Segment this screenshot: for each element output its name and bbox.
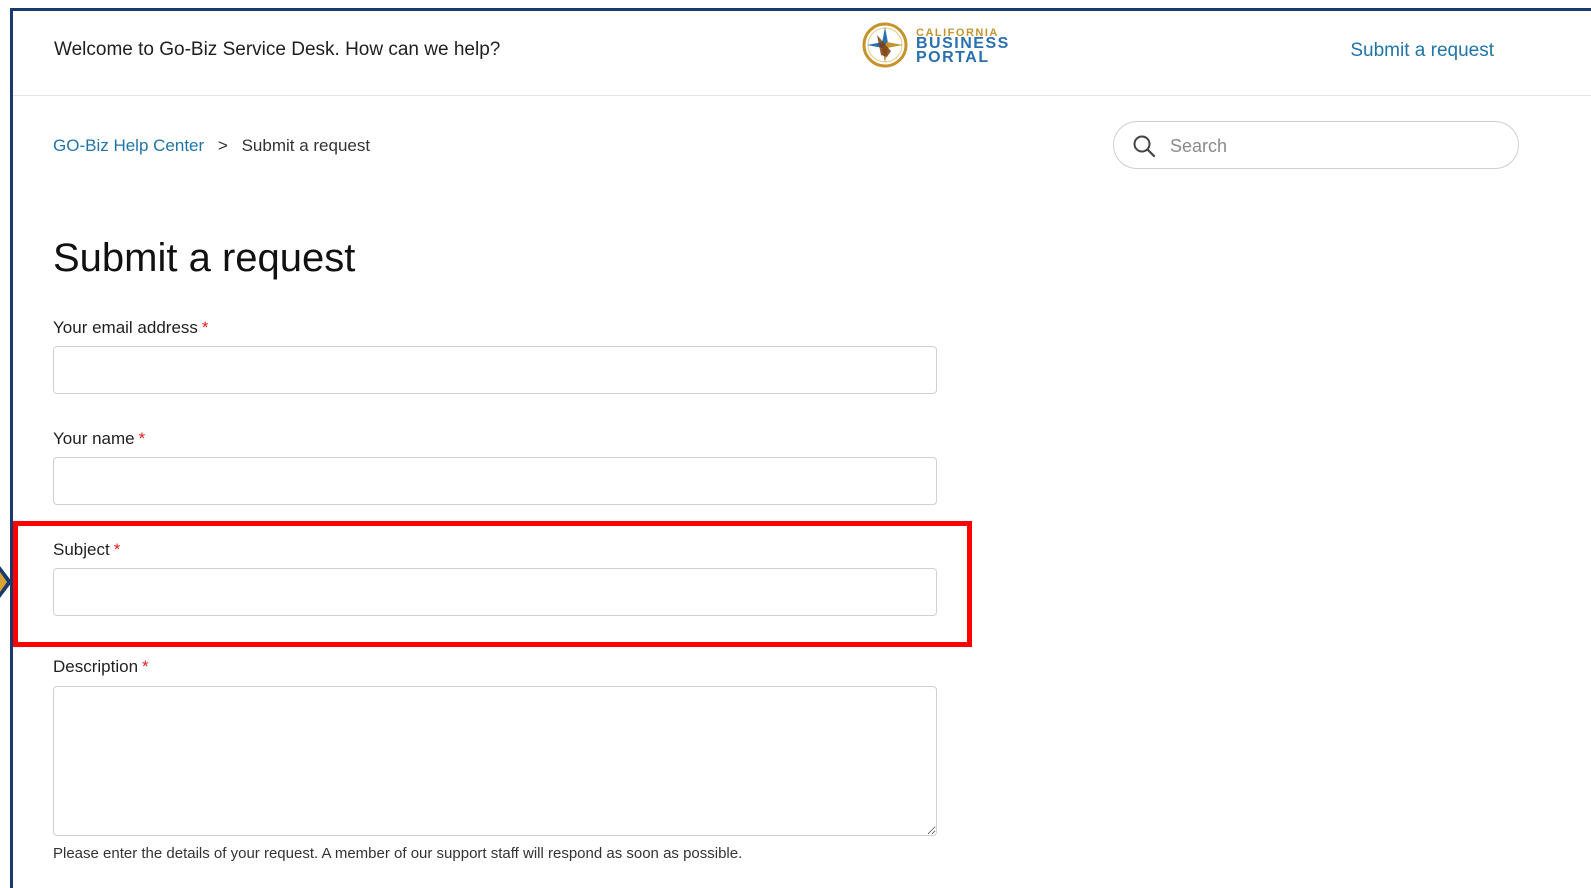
- breadcrumb-home-link[interactable]: GO-Biz Help Center: [53, 136, 204, 155]
- required-marker: *: [138, 429, 146, 448]
- description-label: Description *: [53, 657, 149, 677]
- required-marker: *: [142, 657, 149, 676]
- search-input[interactable]: [1168, 130, 1502, 162]
- search-box[interactable]: [1113, 121, 1519, 169]
- subject-field[interactable]: [53, 568, 937, 616]
- email-label-text: Your email address: [53, 318, 198, 337]
- subject-label: Subject *: [53, 540, 120, 560]
- side-pointer-inner-icon: [0, 572, 7, 592]
- breadcrumb: GO-Biz Help Center > Submit a request: [53, 136, 370, 156]
- header-submit-request-link[interactable]: Submit a request: [1350, 40, 1494, 62]
- required-marker: *: [113, 540, 121, 559]
- search-icon: [1133, 135, 1156, 158]
- description-label-text: Description: [53, 657, 139, 676]
- breadcrumb-current: Submit a request: [241, 136, 371, 155]
- breadcrumb-separator: >: [217, 136, 228, 155]
- compass-logo-icon: [862, 22, 908, 68]
- name-field[interactable]: [53, 457, 937, 505]
- california-business-portal-logo[interactable]: CALIFORNIA BUSINESS PORTAL: [861, 21, 1031, 73]
- description-help-text: Please enter the details of your request…: [53, 845, 743, 862]
- subject-label-text: Subject: [53, 540, 110, 559]
- name-label-text: Your name: [53, 429, 135, 448]
- page-title: Submit a request: [53, 236, 356, 280]
- required-marker: *: [201, 318, 209, 337]
- logo-line-portal: PORTAL: [916, 49, 990, 66]
- welcome-text: Welcome to Go-Biz Service Desk. How can …: [54, 39, 501, 60]
- description-textarea[interactable]: [53, 686, 937, 836]
- email-field[interactable]: [53, 346, 937, 394]
- email-label: Your email address *: [53, 318, 209, 338]
- site-header: Welcome to Go-Biz Service Desk. How can …: [13, 11, 1591, 96]
- name-label: Your name *: [53, 429, 145, 449]
